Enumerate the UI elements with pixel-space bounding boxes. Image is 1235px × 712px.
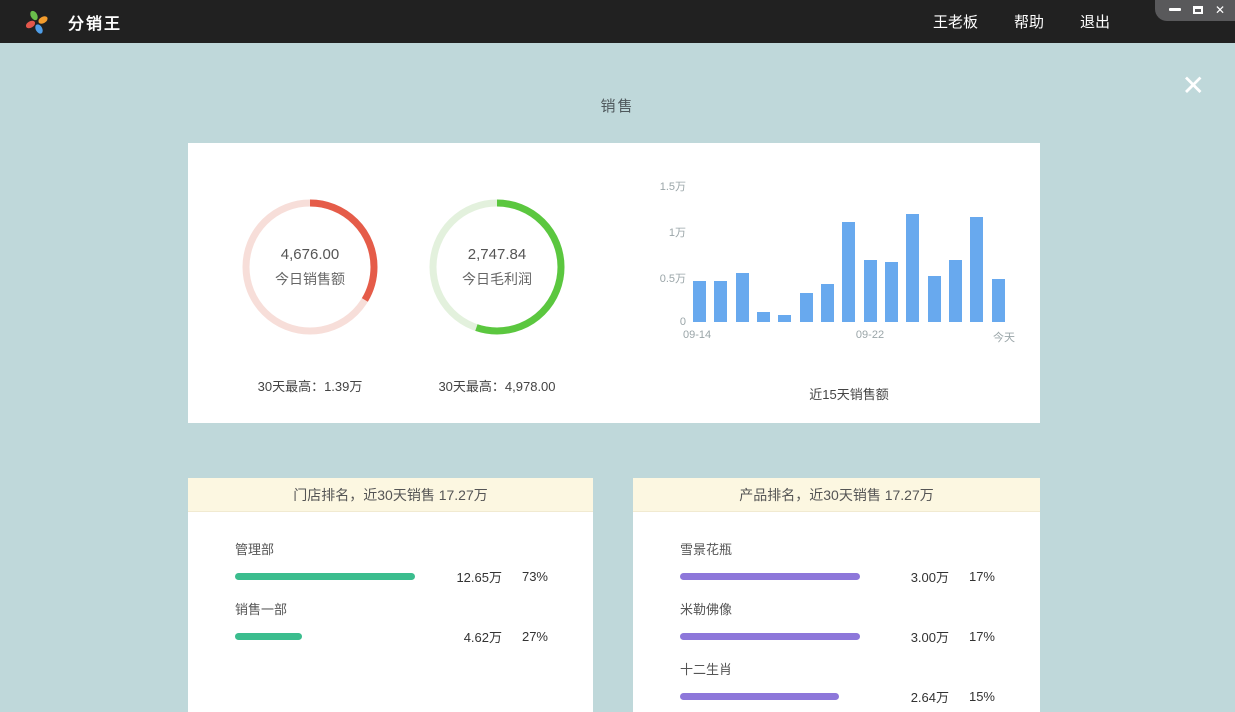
product-ranking-card: 产品排名，近30天销售 17.27万 雪景花瓶3.00万17%米勒佛像3.00万…	[633, 478, 1040, 712]
bar-day-6	[800, 293, 813, 322]
ranking-row-percent: 17%	[949, 569, 995, 584]
today-sales-donut-center: 4,676.00 今日销售额	[235, 192, 385, 342]
today-sales-value: 4,676.00	[281, 246, 339, 263]
ranking-row-name: 销售一部	[235, 599, 548, 618]
ranking-row-name: 米勒佛像	[680, 599, 995, 618]
ranking-row-name: 管理部	[235, 539, 548, 558]
today-sales-donut: 4,676.00 今日销售额	[235, 192, 385, 342]
today-profit-label: 今日毛利润	[462, 269, 532, 289]
top-nav: 王老板 帮助 退出	[933, 0, 1110, 43]
ranking-row-value: 12.65万	[425, 567, 502, 586]
ranking-row-percent: 73%	[502, 569, 548, 584]
bar-day-12	[928, 276, 941, 322]
product-ranking-header: 产品排名，近30天销售 17.27万	[633, 478, 1040, 512]
page-title: 销售	[0, 95, 1235, 116]
bar-09-14	[693, 281, 706, 322]
ranking-row: 米勒佛像 3.00万17%	[680, 599, 995, 646]
bar-day-5	[778, 315, 791, 322]
pinwheel-logo-icon	[24, 9, 50, 35]
bar-day-2	[714, 281, 727, 322]
ranking-row: 销售一部 4.62万27%	[235, 599, 548, 646]
app-title: 分销王	[68, 10, 122, 34]
ranking-row-value: 3.00万	[870, 567, 949, 586]
y-tick-label: 0.5万	[638, 270, 686, 286]
bar-今天	[992, 279, 1005, 322]
bar-day-8	[842, 222, 855, 322]
ranking-row-percent: 15%	[949, 689, 995, 704]
ranking-row-value: 2.64万	[870, 687, 949, 706]
store-ranking-header: 门店排名，近30天销售 17.27万	[188, 478, 593, 512]
bar-09-22	[864, 260, 877, 322]
bar-day-4	[757, 312, 770, 322]
ranking-row-name: 雪景花瓶	[680, 539, 995, 558]
today-profit-donut: 2,747.84 今日毛利润	[422, 192, 572, 342]
bar-day-11	[906, 214, 919, 322]
x-tick-label: 09-22	[850, 329, 890, 341]
bar-day-13	[949, 260, 962, 322]
bar-day-7	[821, 284, 834, 322]
bar-chart-caption: 近15天销售额	[693, 384, 1005, 403]
product-ranking-list: 雪景花瓶3.00万17%米勒佛像3.00万17%十二生肖2.64万15%青花图挂…	[633, 512, 1040, 712]
top-bar: 分销王 王老板 帮助 退出 ✕	[0, 0, 1235, 43]
ranking-row-value: 3.00万	[870, 627, 949, 646]
x-tick-label: 09-14	[683, 329, 723, 341]
ranking-row-percent: 27%	[502, 629, 548, 644]
overview-card: 4,676.00 今日销售额 30天最高：1.39万 2,747.84 今日毛利…	[188, 143, 1040, 423]
ranking-row: 雪景花瓶 3.00万17%	[680, 539, 995, 586]
x-tick-label: 今天	[975, 329, 1015, 345]
sales-30day-max-caption: 30天最高：1.39万	[210, 376, 410, 395]
ranking-row-name: 十二生肖	[680, 659, 995, 678]
window-controls: ✕	[1155, 0, 1235, 21]
y-tick-label: 1.5万	[638, 178, 686, 194]
ranking-bar	[680, 693, 839, 700]
maximize-icon[interactable]	[1193, 6, 1203, 14]
today-sales-label: 今日销售额	[275, 269, 345, 289]
ranking-row: 十二生肖 2.64万15%	[680, 659, 995, 706]
ranking-row: 管理部 12.65万73%	[235, 539, 548, 586]
logout-link[interactable]: 退出	[1080, 11, 1110, 32]
profit-30day-max-caption: 30天最高：4,978.00	[397, 376, 597, 395]
ranking-row-percent: 17%	[949, 629, 995, 644]
window-close-icon[interactable]: ✕	[1215, 4, 1225, 16]
ranking-bar	[680, 633, 860, 640]
bar-day-14	[970, 217, 983, 322]
sales-bar-chart	[693, 184, 1005, 322]
today-profit-value: 2,747.84	[468, 246, 526, 263]
ranking-bar	[235, 573, 415, 580]
close-icon[interactable]: ✕	[1182, 72, 1205, 100]
store-ranking-card: 门店排名，近30天销售 17.27万 管理部 12.65万73% 销售一部 4.62万…	[188, 478, 593, 712]
minimize-icon[interactable]	[1169, 8, 1181, 11]
ranking-bar	[235, 633, 302, 640]
ranking-bar	[680, 573, 860, 580]
today-profit-donut-center: 2,747.84 今日毛利润	[422, 192, 572, 342]
help-link[interactable]: 帮助	[1014, 11, 1044, 32]
y-tick-label: 0	[638, 316, 686, 328]
y-tick-label: 1万	[638, 224, 686, 240]
user-menu-link[interactable]: 王老板	[933, 11, 978, 32]
ranking-row-value: 4.62万	[425, 627, 502, 646]
store-ranking-list: 管理部 12.65万73% 销售一部 4.62万27%	[188, 512, 593, 646]
bar-day-3	[736, 273, 749, 322]
bar-day-10	[885, 262, 898, 322]
